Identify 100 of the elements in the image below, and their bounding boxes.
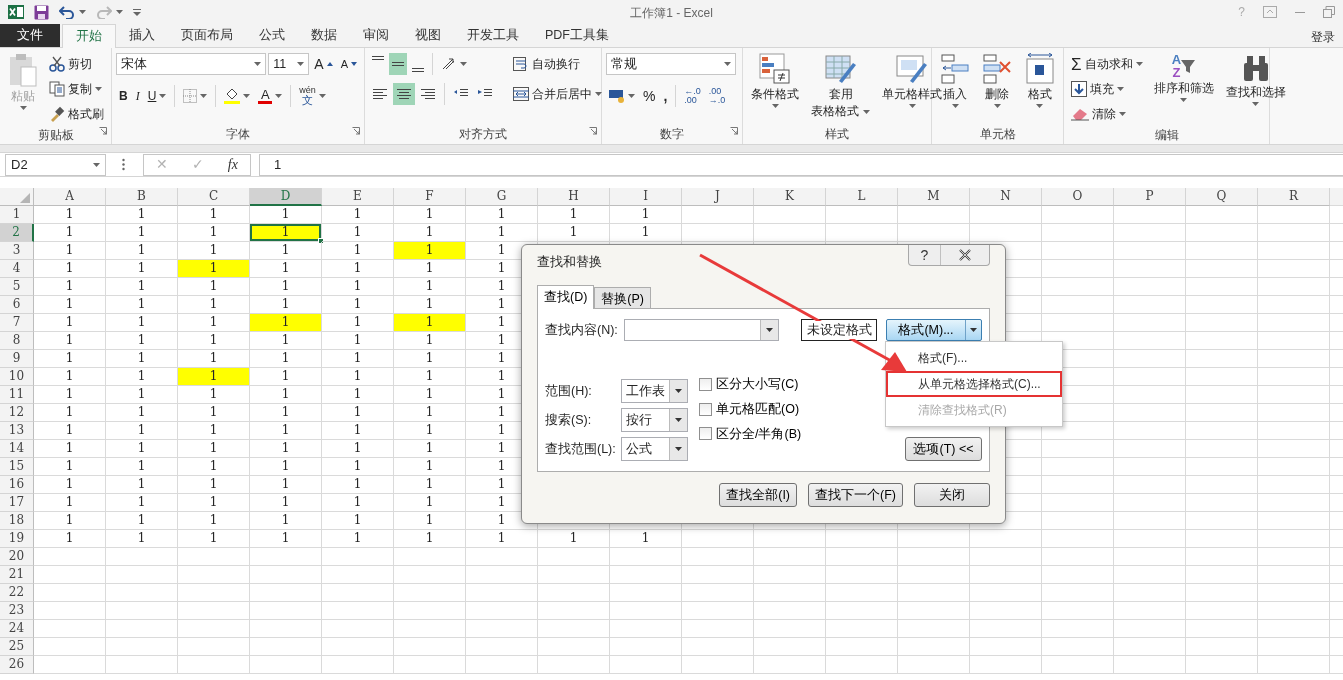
option-checkbox[interactable]: 区分全/半角(B) [699, 424, 802, 444]
horizontal-align-button[interactable] [393, 83, 415, 105]
copy-button[interactable]: 复制 [46, 78, 107, 100]
autosum-button[interactable]: Σ 自动求和 [1068, 53, 1146, 75]
underline-button[interactable]: U [144, 85, 170, 107]
row-header[interactable]: 23 [0, 602, 34, 620]
dialog-tab[interactable]: 查找(D) [537, 285, 595, 309]
ribbon-tab[interactable]: 开始 [62, 24, 116, 48]
find-all-button[interactable]: 查找全部(I) [719, 483, 798, 507]
row-header[interactable]: 5 [0, 278, 34, 296]
cut-button[interactable]: 剪切 [46, 53, 107, 75]
name-box[interactable]: D2 [5, 153, 106, 176]
row-header[interactable]: 24 [0, 620, 34, 638]
insert-function-button[interactable]: fx [221, 154, 244, 175]
vertical-align-button[interactable] [389, 53, 407, 75]
column-header[interactable]: L [826, 188, 898, 206]
row-header[interactable]: 3 [0, 242, 34, 260]
row-header[interactable]: 12 [0, 404, 34, 422]
row-header[interactable]: 18 [0, 512, 34, 530]
sign-in-link[interactable]: 登录 [1303, 24, 1343, 47]
option-dropdown[interactable]: 工作表 [621, 379, 688, 403]
font-color-button[interactable]: A [255, 85, 286, 107]
column-header[interactable]: O [1042, 188, 1114, 206]
option-checkbox[interactable]: 区分大小写(C) [699, 375, 802, 394]
clear-button[interactable]: 清除 [1068, 103, 1146, 125]
row-header[interactable]: 14 [0, 440, 34, 458]
ribbon-tab[interactable]: 数据 [298, 24, 350, 47]
column-header[interactable]: A [34, 188, 106, 206]
menu-item[interactable]: 格式(F)... [886, 345, 1062, 371]
format-cells-button[interactable]: 格式 [1020, 53, 1059, 124]
row-header[interactable]: 20 [0, 548, 34, 566]
row-header[interactable]: 19 [0, 530, 34, 548]
option-dropdown[interactable]: 公式 [621, 437, 688, 461]
column-header[interactable]: R [1258, 188, 1330, 206]
row-header[interactable]: 25 [0, 638, 34, 656]
column-header[interactable]: M [898, 188, 970, 206]
ribbon-tab[interactable]: 插入 [116, 24, 168, 47]
row-header[interactable]: 21 [0, 566, 34, 584]
row-header[interactable]: 11 [0, 386, 34, 404]
checkbox[interactable] [699, 427, 712, 441]
row-header[interactable]: 8 [0, 332, 34, 350]
close-dialog-button[interactable]: 关闭 [914, 483, 990, 507]
column-header[interactable]: N [970, 188, 1042, 206]
format-as-table-button[interactable]: 套用 表格格式 [807, 53, 874, 124]
row-header[interactable]: 10 [0, 368, 34, 386]
row-header[interactable]: 1 [0, 206, 34, 224]
italic-button[interactable]: I [132, 85, 143, 107]
row-header[interactable]: 15 [0, 458, 34, 476]
column-header[interactable]: F [394, 188, 466, 206]
ribbon-tab[interactable]: 审阅 [350, 24, 402, 47]
column-header[interactable]: P [1114, 188, 1186, 206]
row-header[interactable]: 16 [0, 476, 34, 494]
phonetic-button[interactable]: wén 文 [296, 85, 329, 107]
column-header[interactable]: G [466, 188, 538, 206]
checkbox[interactable] [699, 402, 712, 416]
column-header[interactable]: C [178, 188, 250, 206]
column-header[interactable]: Q [1186, 188, 1258, 206]
format-split-button[interactable]: 格式(M)... [886, 319, 982, 341]
row-header[interactable]: 26 [0, 656, 34, 674]
ribbon-tab[interactable]: 页面布局 [168, 24, 246, 47]
column-header[interactable]: E [322, 188, 394, 206]
number-format-dropdown[interactable]: 常规 [606, 53, 736, 75]
column-header[interactable]: H [538, 188, 610, 206]
menu-item[interactable]: 从单元格选择格式(C)... [886, 371, 1062, 397]
font-size-dropdown[interactable]: 11 [268, 53, 310, 75]
row-header[interactable]: 22 [0, 584, 34, 602]
ribbon-tab[interactable]: PDF工具集 [532, 24, 622, 47]
ribbon-tab[interactable]: 公式 [246, 24, 298, 47]
comma-button[interactable]: , [660, 85, 671, 107]
column-header[interactable]: I [610, 188, 682, 206]
find-next-button[interactable]: 查找下一个(F) [808, 483, 903, 507]
merge-center-button[interactable]: 合并后居中 [510, 83, 605, 105]
font-name-dropdown[interactable]: 宋体 [116, 53, 267, 75]
conditional-format-button[interactable]: 条件格式 [747, 53, 803, 124]
ribbon-tab[interactable]: 视图 [402, 24, 454, 47]
column-header[interactable]: D [250, 188, 322, 206]
column-header[interactable]: K [754, 188, 826, 206]
checkbox[interactable] [699, 377, 712, 391]
delete-cells-button[interactable]: 删除 [978, 53, 1017, 124]
row-header[interactable]: 7 [0, 314, 34, 332]
column-header[interactable]: J [682, 188, 754, 206]
increase-decimal-button[interactable]: ←.0 .00 [681, 85, 704, 107]
row-header[interactable]: 6 [0, 296, 34, 314]
column-header[interactable]: B [106, 188, 178, 206]
find-select-button[interactable]: 查找和选择 [1221, 53, 1290, 125]
row-header[interactable]: 4 [0, 260, 34, 278]
decrease-decimal-button[interactable]: .00 →.0 [705, 85, 729, 107]
ribbon-tab[interactable]: 开发工具 [454, 24, 532, 47]
wrap-text-button[interactable]: 自动换行 [510, 53, 605, 75]
ribbon-tab[interactable]: 文件 [0, 24, 60, 47]
sort-filter-button[interactable]: A Z 排序和筛选 [1149, 53, 1218, 125]
options-button[interactable]: 选项(T) << [905, 437, 982, 461]
row-header[interactable]: 17 [0, 494, 34, 512]
format-painter-button[interactable]: 格式刷 [46, 103, 107, 125]
fill-button[interactable]: 填充 [1068, 78, 1146, 100]
dialog-tab[interactable]: 替换(P) [594, 287, 652, 308]
find-what-field[interactable] [624, 319, 779, 341]
row-header[interactable]: 13 [0, 422, 34, 440]
option-dropdown[interactable]: 按行 [621, 408, 688, 432]
formula-field[interactable]: 1 [259, 153, 1343, 176]
